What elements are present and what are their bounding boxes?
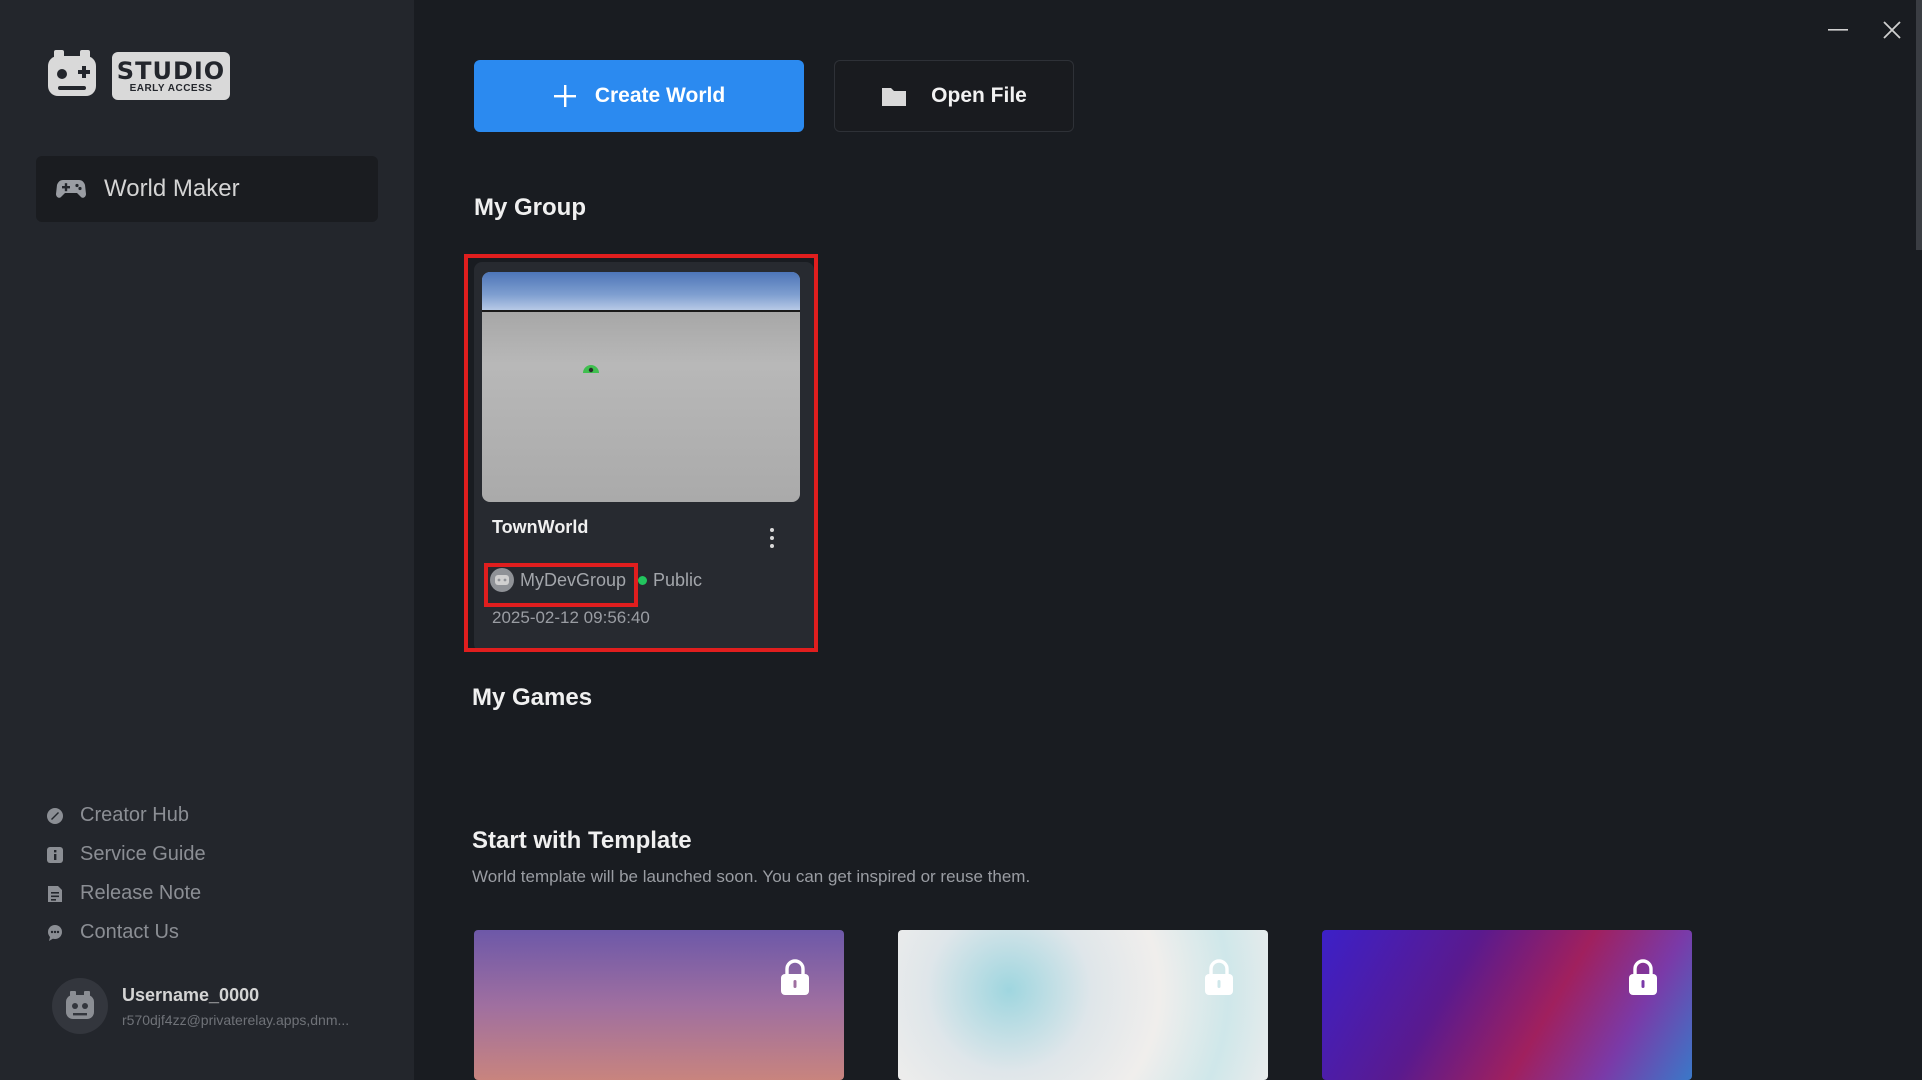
sidebar-link-service-guide[interactable]: Service Guide (46, 835, 206, 874)
sidebar-links: Creator Hub Service Guide Release Note C… (46, 796, 206, 952)
open-file-button[interactable]: Open File (834, 60, 1074, 132)
my-games-heading: My Games (472, 684, 593, 711)
robot-avatar-icon (66, 991, 94, 1019)
template-card[interactable] (1322, 930, 1692, 1080)
sidebar-link-label: Service Guide (80, 843, 206, 865)
user-profile[interactable]: Username_0000 r570djf4zz@privaterelay.ap… (52, 978, 349, 1034)
template-heading: Start with Template (472, 827, 692, 854)
lock-icon (1629, 959, 1657, 995)
app-logo: STUDIO EARLY ACCESS (44, 48, 230, 104)
user-email: r570djf4zz@privaterelay.apps,dnm... (122, 1011, 350, 1028)
sidebar-link-label: Creator Hub (80, 804, 189, 826)
sidebar-item-world-maker[interactable]: World Maker (36, 156, 378, 222)
sidebar: STUDIO EARLY ACCESS World Maker Creator … (0, 0, 414, 1080)
gamepad-icon (56, 180, 86, 198)
avatar (52, 978, 108, 1034)
template-card[interactable] (898, 930, 1268, 1080)
sidebar-link-contact-us[interactable]: Contact Us (46, 913, 206, 952)
folder-icon (882, 88, 907, 106)
lock-icon (1205, 959, 1233, 995)
sidebar-link-release-note[interactable]: Release Note (46, 874, 206, 913)
username: Username_0000 (122, 984, 260, 1005)
group-highlight-box (484, 563, 638, 607)
user-text: Username_0000 r570djf4zz@privaterelay.ap… (122, 985, 349, 1028)
sidebar-item-label: World Maker (104, 175, 240, 202)
sidebar-link-label: Contact Us (80, 921, 179, 943)
create-world-button[interactable]: Create World (474, 60, 804, 132)
info-icon (47, 846, 63, 863)
robot-logo-icon (48, 50, 96, 96)
logo-subtitle: EARLY ACCESS (129, 82, 213, 94)
document-icon (48, 885, 62, 902)
template-description: World template will be launched soon. Yo… (472, 867, 1031, 886)
scrollbar[interactable] (1916, 0, 1922, 250)
sidebar-link-creator-hub[interactable]: Creator Hub (46, 796, 206, 835)
creator-hub-icon (47, 807, 63, 824)
plus-icon (553, 85, 576, 107)
chat-icon (48, 924, 62, 941)
sidebar-link-label: Release Note (80, 882, 202, 904)
close-icon[interactable] (1880, 18, 1904, 42)
template-card[interactable] (474, 930, 844, 1080)
my-group-heading: My Group (474, 194, 586, 221)
minimize-icon[interactable] (1826, 18, 1850, 42)
create-world-label: Create World (594, 84, 726, 107)
open-file-label: Open File (931, 84, 1027, 107)
studio-badge: STUDIO EARLY ACCESS (112, 52, 230, 100)
lock-icon (781, 959, 809, 995)
logo-title: STUDIO (116, 56, 226, 85)
